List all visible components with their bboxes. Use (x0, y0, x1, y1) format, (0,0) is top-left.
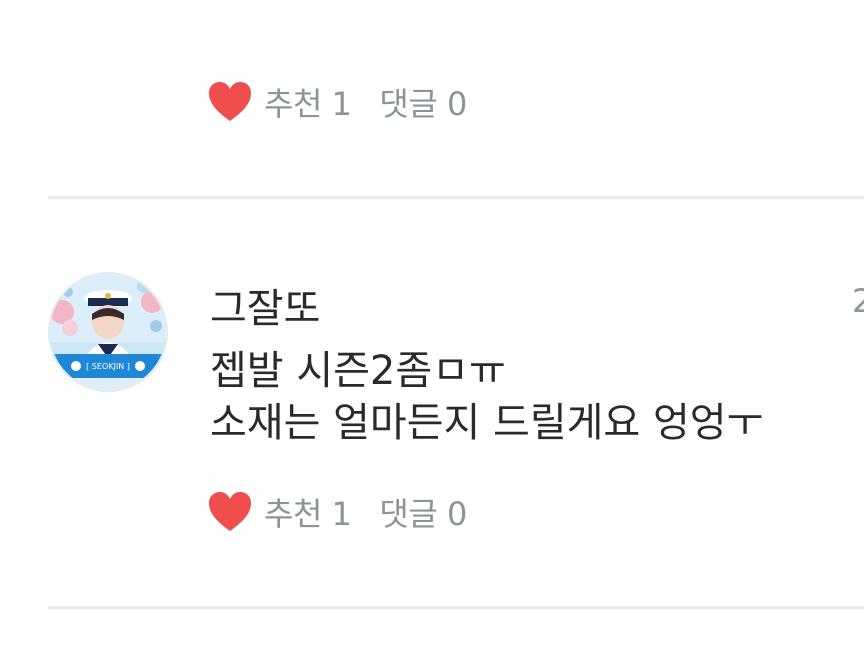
comment-divider (48, 606, 864, 609)
reply-count[interactable]: 댓글 0 (379, 79, 467, 125)
comment-actions: 추천 1 댓글 0 (208, 488, 467, 536)
comment-divider (48, 196, 864, 199)
comment-actions: 추천 1 댓글 0 (208, 78, 467, 126)
like-count[interactable]: 추천 1 (264, 489, 352, 535)
avatar-image: [ SEOKJIN ] (48, 272, 168, 392)
reply-count[interactable]: 댓글 0 (379, 489, 467, 535)
avatar[interactable]: [ SEOKJIN ] (48, 272, 168, 392)
comment-text-line-2: 소재는 얼마든지 드릴게요 엉엉ㅜ (210, 400, 764, 446)
comment-text-line-1: 젭발 시즌2좀ㅁㅠ (210, 348, 506, 394)
like-count[interactable]: 추천 1 (264, 79, 352, 125)
heart-icon[interactable] (208, 81, 252, 123)
comment-list: 추천 1 댓글 0 [SEOKJIN] 그잘또 2 젭발 시즌2좀ㅁㅠ 소재… (0, 0, 864, 648)
comment-author[interactable]: 그잘또 (210, 276, 320, 334)
avatar-caption: [ SEOKJIN ] (86, 362, 130, 371)
comment-date: 2 (852, 282, 864, 320)
heart-icon[interactable] (208, 491, 252, 533)
